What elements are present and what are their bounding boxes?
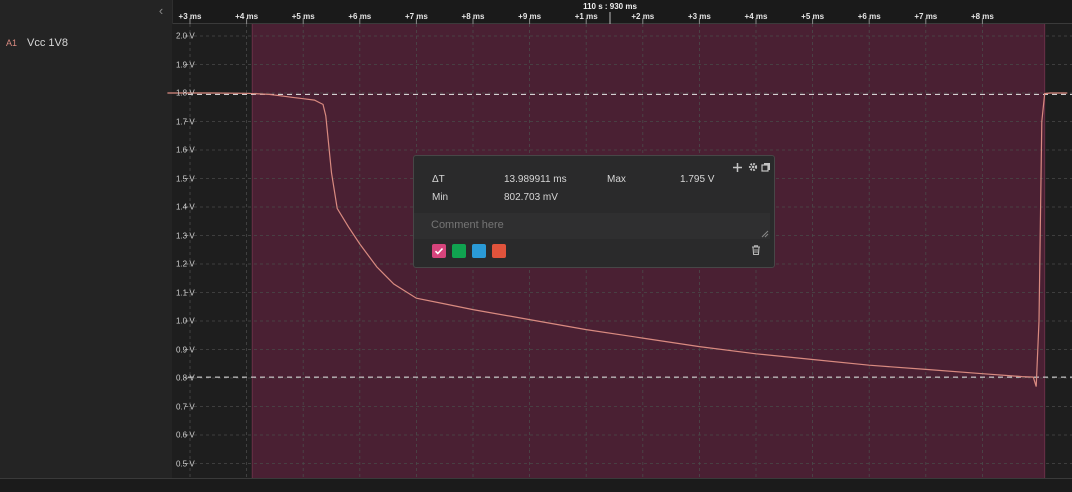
min-label: Min xyxy=(432,192,449,203)
y-axis-label: 1.9 V xyxy=(176,60,195,69)
resize-handle-icon[interactable] xyxy=(761,230,769,238)
y-axis-label: 0.8 V xyxy=(176,373,195,383)
y-axis-label: 1.4 V xyxy=(176,202,195,212)
checkmark-icon xyxy=(434,247,444,255)
plus-icon[interactable] xyxy=(732,162,743,173)
y-axis-label: 1.3 V xyxy=(176,231,195,240)
delta-t-label: ΔT xyxy=(432,174,445,185)
gear-icon[interactable] xyxy=(747,162,758,173)
y-axis-label: 0.6 V xyxy=(176,430,195,440)
trash-icon[interactable] xyxy=(750,244,762,256)
y-axis-label: 1.1 V xyxy=(176,288,195,297)
y-axis-label: 1.6 V xyxy=(176,145,195,155)
min-value: 802.703 mV xyxy=(504,192,558,203)
delta-t-value: 13.989911 ms xyxy=(504,174,567,185)
y-axis-label: 1.0 V xyxy=(176,316,195,326)
y-axis-label: 1.5 V xyxy=(176,174,195,183)
y-axis-label: 0.9 V xyxy=(176,345,195,354)
comment-input[interactable] xyxy=(414,213,770,239)
y-axis-label: 1.2 V xyxy=(176,259,195,269)
color-swatch-red[interactable] xyxy=(492,244,506,258)
y-axis-label: 1.7 V xyxy=(176,117,195,126)
y-axis-label: 0.7 V xyxy=(176,402,195,411)
measurement-popup: ΔT 13.989911 ms Max 1.795 V Min 802.703 … xyxy=(413,155,775,268)
y-axis-label: 0.5 V xyxy=(176,459,195,468)
max-value: 1.795 V xyxy=(680,174,715,185)
color-swatch-blue[interactable] xyxy=(472,244,486,258)
y-axis-label: 2.0 V xyxy=(176,31,195,41)
status-bar xyxy=(0,478,1072,492)
copy-icon[interactable] xyxy=(760,162,771,173)
color-swatch-green[interactable] xyxy=(452,244,466,258)
y-axis-label: 1.8 V xyxy=(176,88,195,98)
max-label: Max xyxy=(607,174,626,185)
color-swatch-pink[interactable] xyxy=(432,244,446,258)
